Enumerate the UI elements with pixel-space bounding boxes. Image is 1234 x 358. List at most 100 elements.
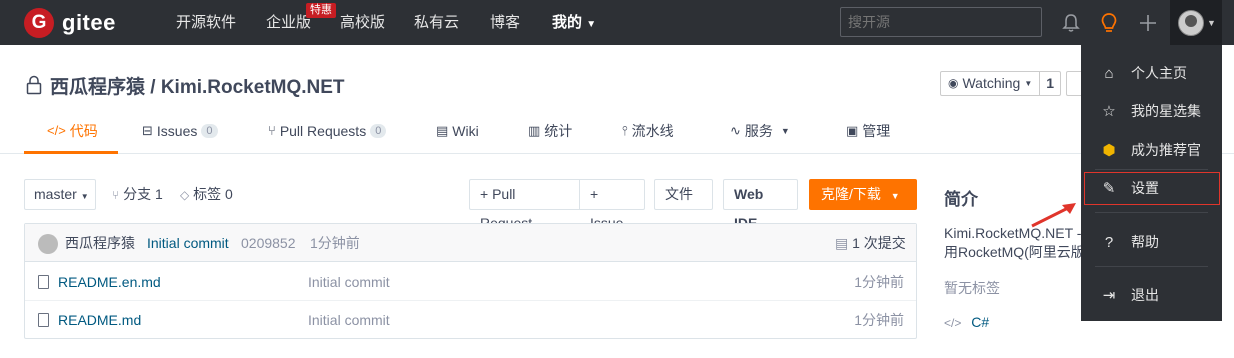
menu-item-recommender[interactable]: ⬢ 成为推荐官 <box>1081 135 1222 165</box>
chevron-down-icon: ▼ <box>780 126 790 136</box>
nav-mine[interactable]: 我的 ▼ <box>552 0 596 45</box>
lock-icon <box>26 75 42 95</box>
menu-item-logout[interactable]: ⇥ 退出 <box>1081 280 1222 310</box>
file-name[interactable]: README.en.md <box>58 263 161 301</box>
lightbulb-icon[interactable] <box>1096 10 1122 36</box>
plus-icon[interactable] <box>1135 10 1161 36</box>
commit-count[interactable]: ▤ 1 次提交 <box>835 224 906 262</box>
tab-label: 统计 <box>544 123 573 139</box>
tab-code[interactable]: </> 代码 <box>24 114 118 154</box>
commit-author[interactable]: 西瓜程序猿 <box>65 224 135 262</box>
logout-icon: ⇥ <box>1102 287 1116 304</box>
tab-manage[interactable]: ▣ 管理 <box>846 114 890 154</box>
annotation-arrow <box>1031 203 1076 228</box>
search-input[interactable] <box>840 7 1042 37</box>
chevron-down-icon: ▼ <box>586 19 597 30</box>
branches-count: 分支 1 <box>123 186 163 202</box>
file-name[interactable]: README.md <box>58 301 141 339</box>
tab-label: Wiki <box>452 123 479 139</box>
menu-item-label: 帮助 <box>1131 234 1159 250</box>
new-issue-button[interactable]: + Issue <box>579 179 645 231</box>
divider <box>1095 169 1208 170</box>
clone-download-button[interactable]: 克隆/下载 ▼ <box>809 179 917 210</box>
top-navbar: G gitee 开源软件 企业版 特惠 高校版 私有云 博客 我的 ▼ ▼ <box>0 0 1234 45</box>
book-icon: ▤ <box>436 123 449 138</box>
tab-label: Issues <box>156 123 198 139</box>
settings-highlight-box <box>1084 172 1220 205</box>
language-link[interactable]: </> C# <box>944 314 989 330</box>
new-pull-request-button[interactable]: + Pull Request <box>469 179 580 231</box>
gitee-badge-icon: ⬢ <box>1102 142 1116 159</box>
branch-icon: ⑂ <box>112 188 120 202</box>
tab-services[interactable]: ∿ 服务 ▼ <box>730 114 790 154</box>
commit-message[interactable]: Initial commit <box>147 224 229 262</box>
promo-badge: 特惠 <box>306 3 336 18</box>
repo-tabs: </> 代码 ⊟ Issues 0 ⑂ Pull Requests 0 ▤ Wi… <box>0 114 1234 154</box>
eye-icon: ◉ <box>948 76 959 90</box>
no-tags-text: 暂无标签 <box>944 280 1000 296</box>
document-icon: ▤ <box>835 235 849 251</box>
nav-university[interactable]: 高校版 <box>340 0 385 45</box>
clone-label: 克隆/下载 <box>821 186 881 202</box>
tags-count: 标签 0 <box>193 186 233 202</box>
watch-label: Watching <box>962 75 1021 91</box>
nav-mine-label: 我的 <box>552 14 583 31</box>
logo-icon: G <box>24 8 54 38</box>
branch-name: master <box>34 186 77 202</box>
star-icon: ☆ <box>1102 103 1116 120</box>
file-time: 1分钟前 <box>854 312 904 328</box>
file-icon <box>38 313 49 327</box>
pr-count: 0 <box>370 124 387 138</box>
user-menu-button[interactable]: ▼ <box>1170 0 1222 45</box>
branch-select[interactable]: master ▼ <box>24 179 96 210</box>
pull-request-icon: ⑂ <box>268 123 276 138</box>
file-time: 1分钟前 <box>854 274 904 290</box>
description-line: 用RocketMQ(阿里云版 <box>944 244 1084 260</box>
brand-name: gitee <box>62 10 116 35</box>
tab-wiki[interactable]: ▤ Wiki <box>436 114 479 154</box>
menu-item-help[interactable]: ? 帮助 <box>1081 227 1222 257</box>
file-icon <box>38 275 49 289</box>
table-row[interactable]: README.en.md Initial commit 1分钟前 <box>25 263 916 301</box>
table-row[interactable]: README.md Initial commit 1分钟前 <box>25 301 916 339</box>
watch-count[interactable]: 1 <box>1039 72 1060 95</box>
code-icon: </> <box>944 316 962 330</box>
nav-open-source[interactable]: 开源软件 <box>176 0 236 45</box>
web-ide-button[interactable]: Web IDE <box>723 179 798 231</box>
file-menu-button[interactable]: 文件 ▼ <box>654 179 713 230</box>
divider <box>1095 212 1208 213</box>
bell-icon[interactable] <box>1058 10 1084 36</box>
divider <box>1095 266 1208 267</box>
chevron-down-icon: ▼ <box>1207 17 1216 28</box>
avatar <box>1178 9 1204 36</box>
file-label: 文件 <box>665 186 693 202</box>
bar-chart-icon: ▥ <box>528 123 541 138</box>
tag-icon: ◇ <box>180 188 190 202</box>
file-commit-message[interactable]: Initial commit <box>308 301 390 339</box>
branches-link[interactable]: ⑂ 分支 1 <box>112 179 163 210</box>
chevron-down-icon: ▼ <box>890 191 900 201</box>
chevron-down-icon: ▼ <box>80 192 89 201</box>
issues-count: 0 <box>201 124 218 138</box>
pipeline-icon: ⫯ <box>622 123 628 138</box>
nav-private-cloud[interactable]: 私有云 <box>414 0 459 45</box>
nav-enterprise[interactable]: 企业版 <box>266 0 311 45</box>
tab-stats[interactable]: ▥ 统计 <box>528 114 572 154</box>
gitee-logo[interactable]: G gitee <box>24 7 116 39</box>
avatar[interactable] <box>38 234 58 254</box>
nav-blog[interactable]: 博客 <box>490 0 520 45</box>
menu-item-profile[interactable]: ⌂ 个人主页 <box>1081 58 1222 88</box>
tags-link[interactable]: ◇ 标签 0 <box>180 179 233 210</box>
commit-time: 1分钟前 <box>310 235 360 251</box>
tab-issues[interactable]: ⊟ Issues 0 <box>142 114 218 154</box>
issues-icon: ⊟ <box>142 123 153 138</box>
page-title[interactable]: 西瓜程序猿 / Kimi.RocketMQ.NET <box>50 72 345 99</box>
watch-button[interactable]: ◉ Watching ▼ 1 <box>940 71 1062 96</box>
commit-hash[interactable]: 0209852 <box>241 224 296 262</box>
file-commit-message[interactable]: Initial commit <box>308 263 390 301</box>
document-icon: ▣ <box>846 123 859 138</box>
tab-pull-requests[interactable]: ⑂ Pull Requests 0 <box>268 114 387 154</box>
code-icon: </> <box>47 123 66 138</box>
tab-pipeline[interactable]: ⫯ 流水线 <box>622 114 674 154</box>
menu-item-starred[interactable]: ☆ 我的星选集 <box>1081 96 1222 126</box>
